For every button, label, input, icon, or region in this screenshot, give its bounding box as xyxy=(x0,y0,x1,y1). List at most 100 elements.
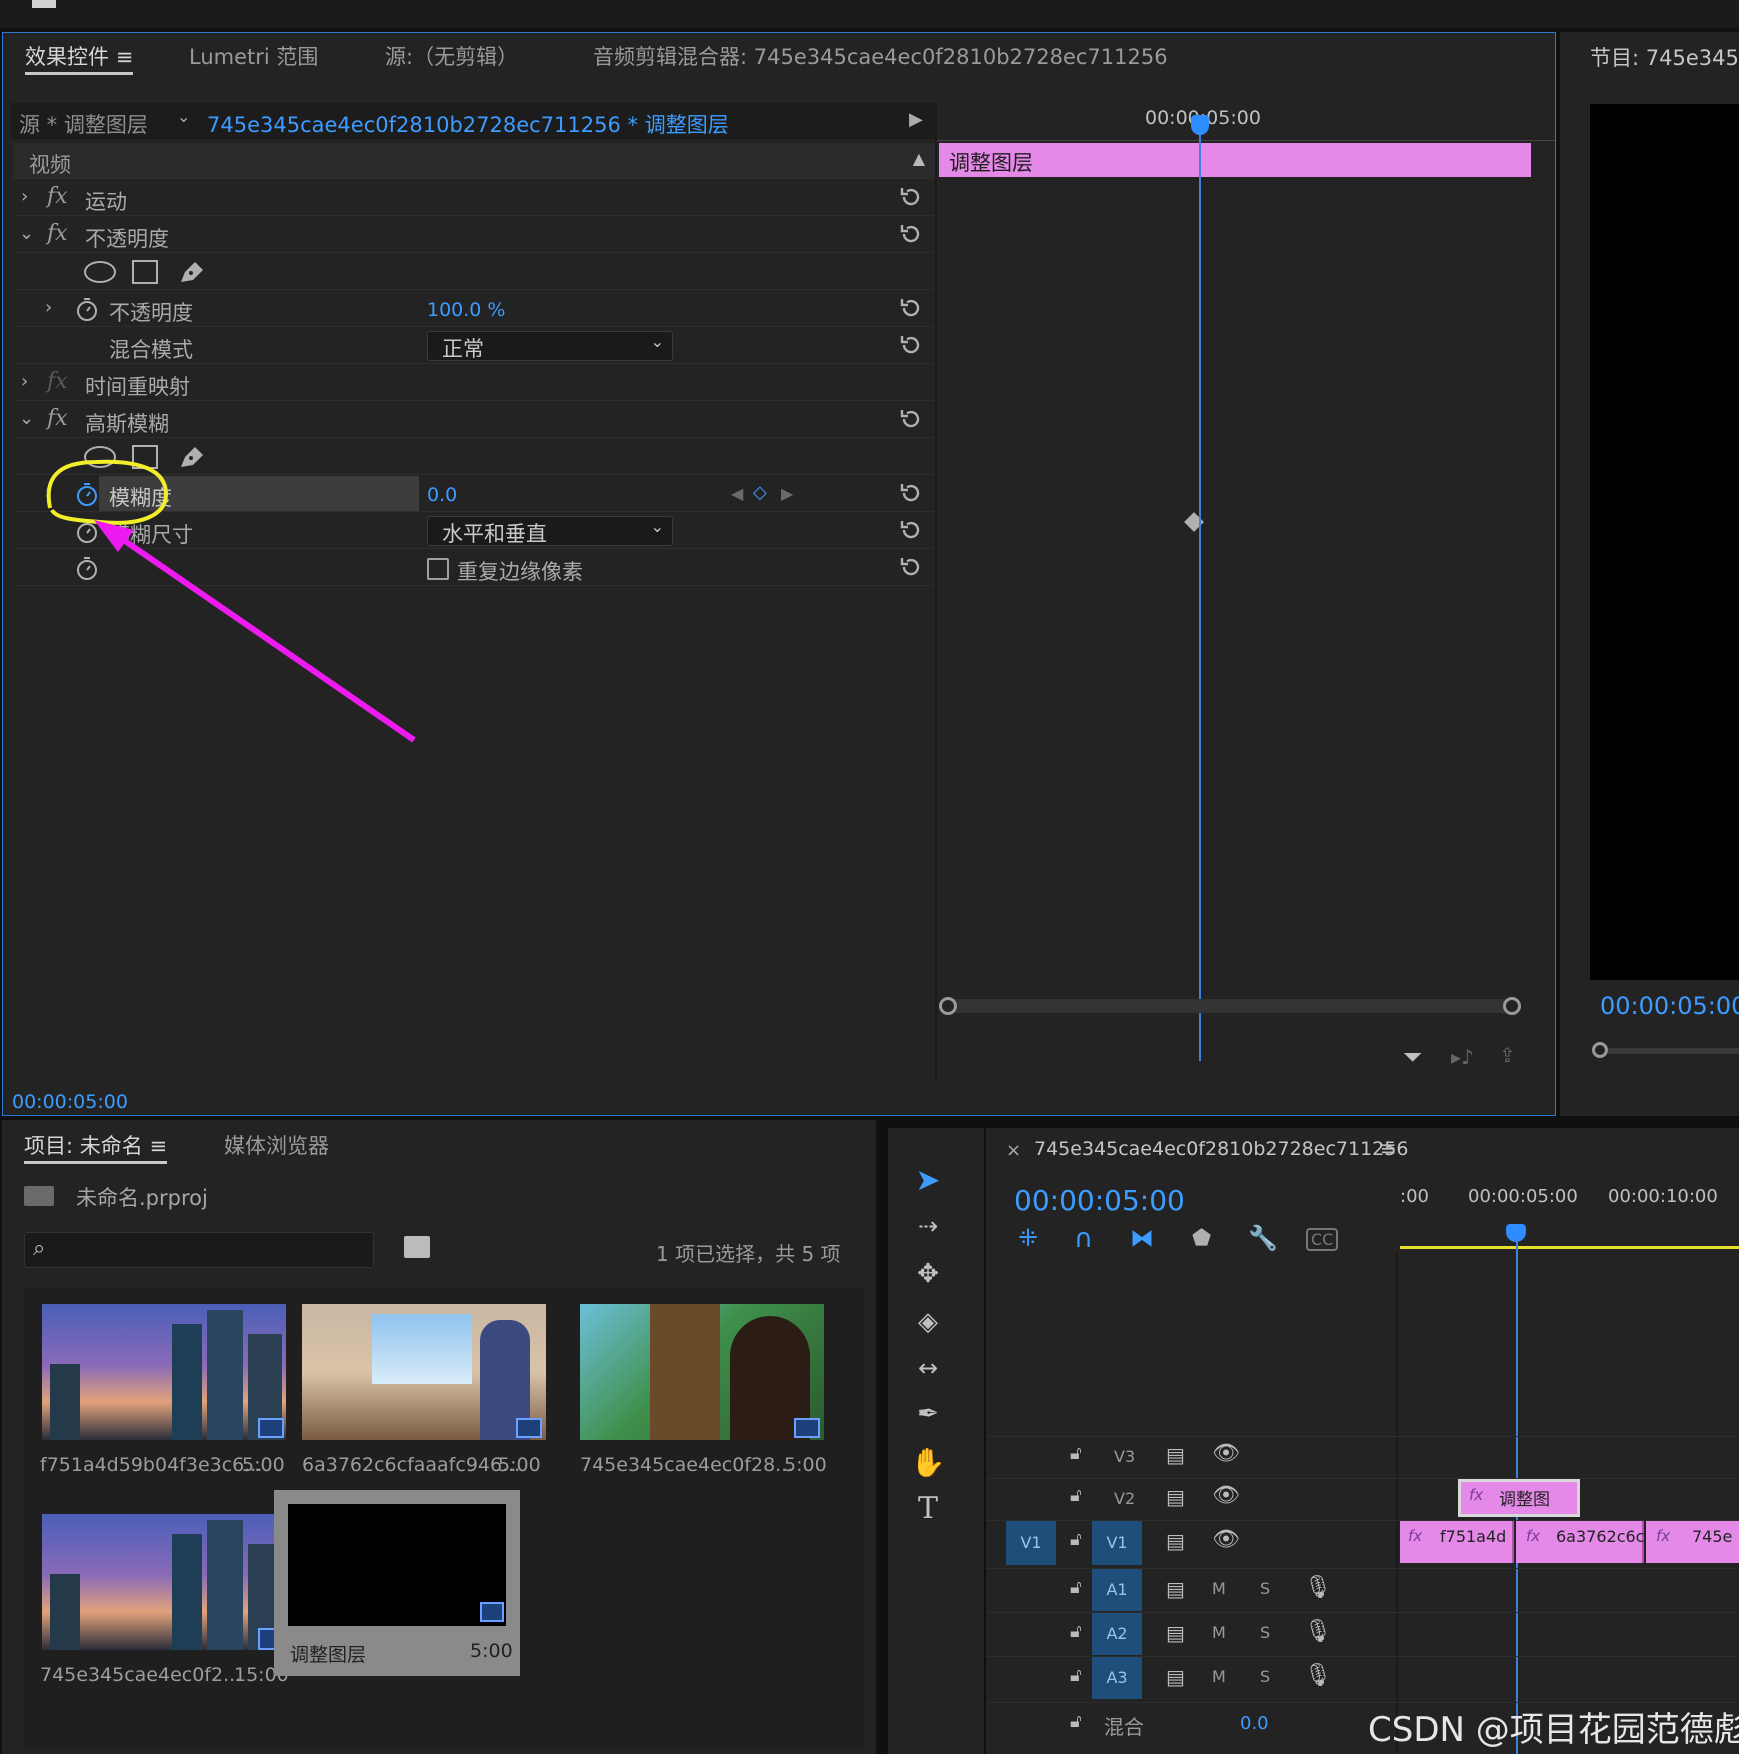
show-timeline-toggle-icon[interactable]: ▶ xyxy=(909,109,923,130)
tab-effect-controls[interactable]: 效果控件 ≡ xyxy=(25,39,134,75)
rectangle-mask-icon[interactable] xyxy=(131,444,159,470)
blur-dimension-dropdown[interactable]: 水平和垂直 ⌄ xyxy=(427,516,673,546)
sync-lock-icon[interactable]: ▤ xyxy=(1166,1443,1185,1467)
pen-mask-icon[interactable] xyxy=(177,443,207,471)
timeline-ruler[interactable]: :00 00:00:05:00 00:00:10:00 xyxy=(1400,1180,1739,1252)
fx-opacity-row[interactable]: ⌄ fx 不透明度 xyxy=(13,217,937,253)
video-clip[interactable]: fx 6a3762c6cf xyxy=(1516,1521,1650,1563)
prop-blurriness-row[interactable]: › 模糊度 0.0 ◀ ◇ ▶ xyxy=(13,476,937,512)
project-item[interactable]: f751a4d59b04f3e3c6... 5:00 xyxy=(24,1288,294,1498)
track-label[interactable]: V2 xyxy=(1114,1489,1135,1508)
prev-keyframe-icon[interactable]: ◀ xyxy=(731,484,743,503)
search-input[interactable]: ⌕ xyxy=(24,1232,374,1268)
reset-icon[interactable] xyxy=(899,333,923,357)
tab-project[interactable]: 项目: 未命名 ≡ xyxy=(24,1128,168,1164)
add-keyframe-icon[interactable]: ◇ xyxy=(753,482,767,503)
track-target-a2[interactable]: A2 xyxy=(1092,1613,1142,1655)
captions-icon[interactable]: CC xyxy=(1306,1228,1339,1251)
sync-lock-icon[interactable]: ▤ xyxy=(1166,1529,1185,1553)
rectangle-mask-icon[interactable] xyxy=(131,259,159,285)
panel-menu-icon[interactable]: ≡ xyxy=(149,1134,167,1158)
ellipse-mask-icon[interactable] xyxy=(83,260,117,284)
expand-chevron-icon[interactable]: › xyxy=(21,371,28,392)
sequence-title[interactable]: 745e345cae4ec0f2810b2728ec711256 xyxy=(1034,1138,1408,1160)
eye-icon[interactable]: 👁︎ xyxy=(1212,1527,1240,1552)
snap-magnet-icon[interactable]: ∩ xyxy=(1074,1224,1093,1254)
tab-lumetri[interactable]: Lumetri 范围 xyxy=(189,39,318,75)
mute-button[interactable]: M xyxy=(1212,1667,1226,1686)
stopwatch-icon[interactable] xyxy=(75,555,99,581)
timeline-timecode[interactable]: 00:00:05:00 xyxy=(1014,1184,1185,1217)
microphone-icon[interactable]: 🎙︎ xyxy=(1304,1575,1332,1600)
pen-tool[interactable]: ✒ xyxy=(904,1392,952,1436)
solo-button[interactable]: S xyxy=(1260,1667,1270,1686)
blend-mode-dropdown[interactable]: 正常 ⌄ xyxy=(427,331,673,361)
project-item[interactable]: 6a3762c6cfaaafc946... 5:00 xyxy=(302,1288,572,1498)
microphone-icon[interactable]: 🎙︎ xyxy=(1304,1619,1332,1644)
settings-wrench-icon[interactable]: 🔧 xyxy=(1248,1224,1278,1252)
linked-selection-icon[interactable]: ⧓ xyxy=(1130,1224,1154,1252)
stopwatch-icon[interactable] xyxy=(75,481,99,507)
filter-icon[interactable]: ⏷ xyxy=(1403,1043,1422,1071)
type-tool[interactable]: T xyxy=(904,1486,952,1530)
playhead-handle[interactable] xyxy=(1191,115,1209,135)
scrubber-handle[interactable] xyxy=(1592,1042,1608,1058)
reset-icon[interactable] xyxy=(899,481,923,505)
project-item-selected[interactable]: 调整图层 5:00 xyxy=(274,1490,520,1676)
fx-icon[interactable]: fx xyxy=(47,406,68,431)
source-patch-v1[interactable]: V1 xyxy=(1006,1521,1056,1565)
pen-mask-icon[interactable] xyxy=(177,258,207,286)
tab-source[interactable]: 源:（无剪辑） xyxy=(385,39,518,75)
lock-icon[interactable]: 🔓︎ xyxy=(1070,1529,1082,1550)
zoom-scrollbar[interactable] xyxy=(939,997,1521,1015)
find-icon[interactable] xyxy=(404,1236,430,1258)
tab-program[interactable]: 节目: 745e345ca xyxy=(1590,42,1739,72)
reset-icon[interactable] xyxy=(899,185,923,209)
sync-lock-icon[interactable]: ▤ xyxy=(1166,1621,1185,1645)
reset-icon[interactable] xyxy=(899,296,923,320)
expand-chevron-icon[interactable]: › xyxy=(45,297,52,318)
reset-icon[interactable] xyxy=(899,407,923,431)
sync-lock-icon[interactable]: ▤ xyxy=(1166,1577,1185,1601)
close-icon[interactable]: × xyxy=(1006,1140,1021,1161)
track-label[interactable]: V3 xyxy=(1114,1447,1135,1466)
microphone-icon[interactable]: 🎙︎ xyxy=(1304,1663,1332,1688)
ripple-edit-tool[interactable]: ✥ xyxy=(904,1252,952,1296)
add-marker-icon[interactable]: ⬟ xyxy=(1192,1226,1211,1251)
lock-icon[interactable]: 🔓︎ xyxy=(1070,1485,1082,1506)
zoom-handle-right[interactable] xyxy=(1503,997,1521,1015)
lock-icon[interactable]: 🔓︎ xyxy=(1070,1665,1082,1686)
expand-chevron-icon[interactable]: › xyxy=(45,482,52,503)
audio-loop-icon[interactable]: ▸♪ xyxy=(1451,1045,1474,1069)
mute-button[interactable]: M xyxy=(1212,1623,1226,1642)
fx-gaussian-row[interactable]: ⌄ fx 高斯模糊 xyxy=(13,402,937,438)
repeat-edge-checkbox[interactable] xyxy=(427,558,449,580)
next-keyframe-icon[interactable]: ▶ xyxy=(781,484,793,503)
mix-value[interactable]: 0.0 xyxy=(1240,1713,1269,1734)
program-scrubber[interactable] xyxy=(1590,1038,1739,1062)
fx-icon[interactable]: fx xyxy=(47,221,68,246)
project-item[interactable]: 745e345cae4ec0f2... 15:00 xyxy=(24,1500,294,1710)
eye-icon[interactable]: 👁︎ xyxy=(1212,1441,1240,1466)
effect-controls-timecode[interactable]: 00:00:05:00 xyxy=(12,1091,128,1113)
source-dropdown[interactable]: ⌄ xyxy=(177,107,190,126)
blurriness-value[interactable]: 0.0 xyxy=(427,484,457,506)
expand-chevron-icon[interactable]: › xyxy=(21,186,28,207)
export-icon[interactable]: ⇪ xyxy=(1499,1043,1516,1067)
track-target-a1[interactable]: A1 xyxy=(1092,1569,1142,1611)
prop-blend-row[interactable]: 混合模式 正常 ⌄ xyxy=(13,328,937,364)
panel-menu-icon[interactable]: ≡ xyxy=(1380,1136,1397,1160)
video-clip[interactable]: fx f751a4d xyxy=(1400,1521,1514,1563)
sync-lock-icon[interactable]: ▤ xyxy=(1166,1665,1185,1689)
zoom-handle-left[interactable] xyxy=(939,997,957,1015)
track-target-a3[interactable]: A3 xyxy=(1092,1657,1142,1699)
adjustment-layer-clip[interactable]: 调整图层 xyxy=(939,143,1531,177)
opacity-value[interactable]: 100.0 % xyxy=(427,299,506,321)
video-clip[interactable]: fx 745e xyxy=(1646,1521,1739,1563)
lock-icon[interactable]: 🔓︎ xyxy=(1070,1577,1082,1598)
track-target-v1[interactable]: V1 xyxy=(1092,1521,1142,1565)
razor-tool[interactable]: ◈ xyxy=(904,1300,952,1344)
track-select-tool[interactable]: ⇢ xyxy=(904,1204,952,1248)
ellipse-mask-icon[interactable] xyxy=(83,445,117,469)
prop-blur-dim-row[interactable]: 模糊尺寸 水平和垂直 ⌄ xyxy=(13,513,937,549)
